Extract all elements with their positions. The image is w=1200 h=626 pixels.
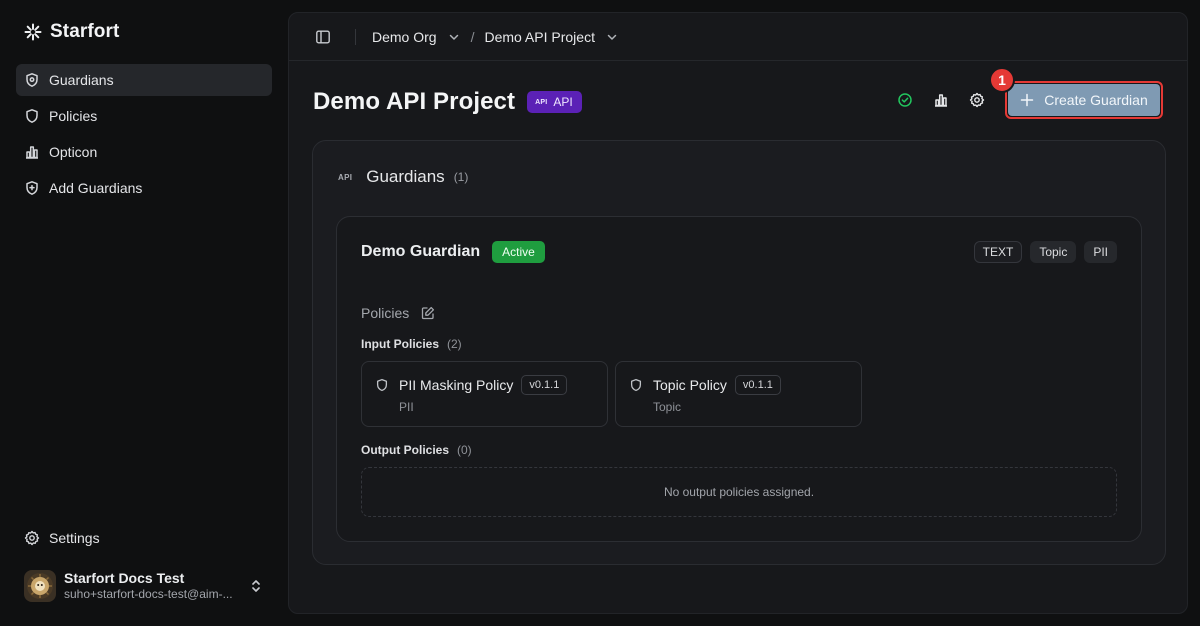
plus-icon [1020, 93, 1034, 107]
policy-name: PII Masking Policy [399, 377, 514, 393]
api-badge: API API [527, 91, 582, 113]
page-title: Demo API Project [313, 88, 516, 115]
settings-label: Settings [49, 530, 100, 546]
chevron-down-icon [447, 30, 461, 44]
gear-icon[interactable] [969, 92, 985, 108]
guardian-name: Demo Guardian [361, 243, 481, 260]
guardians-count: (1) [453, 170, 469, 184]
policy-type: Topic [653, 400, 682, 414]
sidebar-item-label: Guardians [49, 72, 114, 88]
sidebar-item-guardians[interactable]: Guardians [16, 64, 272, 96]
page-header: Demo API Project API API 1 Create Guardi… [313, 67, 1163, 119]
breadcrumb-project-label: Demo API Project [484, 28, 595, 45]
edit-icon[interactable] [421, 306, 435, 320]
output-policies-empty: No output policies assigned. [361, 467, 1117, 517]
policies-title: Policies [361, 305, 410, 321]
sidebar-settings: Settings [16, 522, 272, 558]
version-badge: v0.1.1 [734, 375, 781, 395]
tag-text: TEXT [973, 241, 1023, 263]
policy-type: PII [399, 400, 414, 414]
chevrons-up-down-icon[interactable] [248, 578, 264, 594]
output-policies-header: Output Policies (0) [361, 443, 472, 457]
input-policies-count: (2) [447, 337, 462, 351]
status-badge: Active [492, 241, 545, 263]
bar-chart-icon[interactable] [933, 92, 949, 108]
policy-card-topic[interactable]: Topic Policy v0.1.1 Topic [615, 361, 862, 427]
avatar [24, 570, 56, 602]
policy-card-header: PII Masking Policy v0.1.1 [375, 375, 568, 395]
sidebar: Starfort Guardians Policies Opticon Add … [0, 0, 288, 626]
step-callout-badge: 1 [989, 67, 1015, 93]
input-policies-header: Input Policies (2) [361, 337, 462, 351]
sidebar-nav: Guardians Policies Opticon Add Guardians [16, 64, 272, 208]
sidebar-item-opticon[interactable]: Opticon [16, 136, 272, 168]
header-actions: 1 Create Guardian [897, 67, 1163, 119]
create-guardian-highlight: 1 Create Guardian [989, 67, 1163, 119]
output-policies-count: (0) [457, 443, 472, 457]
input-policies-title: Input Policies [361, 337, 440, 351]
shield-icon [375, 378, 389, 392]
version-badge: v0.1.1 [521, 375, 568, 395]
api-mini-icon: API [535, 98, 548, 106]
tag-topic: Topic [1030, 241, 1077, 263]
user-menu[interactable]: Starfort Docs Test suho+starfort-docs-te… [24, 569, 272, 603]
sidebar-item-label: Policies [49, 108, 98, 124]
sidebar-item-label: Add Guardians [49, 180, 143, 196]
api-badge-label: API [553, 95, 573, 109]
top-bar: Demo Org / Demo API Project [289, 13, 1187, 61]
policy-card-header: Topic Policy v0.1.1 [629, 375, 781, 395]
shield-plus-icon [24, 180, 40, 196]
user-info: Starfort Docs Test suho+starfort-docs-te… [64, 570, 244, 602]
api-mini-icon: API [338, 172, 353, 182]
bar-chart-icon [24, 144, 40, 160]
guardian-card[interactable]: Demo Guardian Active TEXT Topic PII Poli… [336, 216, 1142, 542]
tag-pii: PII [1084, 241, 1117, 263]
starfort-logo-icon [24, 23, 42, 41]
user-email: suho+starfort-docs-test@aim-... [64, 587, 233, 601]
breadcrumb-org[interactable]: Demo Org [372, 29, 461, 45]
shield-icon [629, 378, 643, 392]
policy-name: Topic Policy [653, 377, 727, 393]
guardians-section: API Guardians (1) Demo Guardian Active T… [312, 140, 1166, 565]
main-panel: Demo Org / Demo API Project Demo API Pro… [288, 12, 1188, 614]
policy-card-pii[interactable]: PII Masking Policy v0.1.1 PII [361, 361, 608, 427]
create-guardian-label: Create Guardian [1044, 92, 1148, 108]
toolbar-divider [355, 28, 356, 45]
breadcrumb-project[interactable]: Demo API Project [484, 29, 619, 45]
guardian-tags: TEXT Topic PII [973, 241, 1117, 263]
brand-name: Starfort [50, 21, 120, 42]
check-circle-icon[interactable] [897, 92, 913, 108]
shield-icon [24, 108, 40, 124]
gear-icon [24, 530, 40, 546]
sidebar-item-add-guardians[interactable]: Add Guardians [16, 172, 272, 204]
brand[interactable]: Starfort [24, 20, 119, 44]
breadcrumb-separator: / [470, 28, 475, 45]
shield-icon [24, 72, 40, 88]
guardians-section-header: API Guardians (1) [338, 167, 468, 187]
guardian-header: Demo Guardian Active [361, 241, 545, 263]
sidebar-item-policies[interactable]: Policies [16, 100, 272, 132]
create-guardian-button[interactable]: Create Guardian [1008, 84, 1160, 116]
sidebar-item-label: Opticon [49, 144, 98, 160]
user-name: Starfort Docs Test [64, 570, 185, 586]
policies-header: Policies [361, 305, 435, 321]
chevron-down-icon [605, 30, 619, 44]
guardians-section-title: Guardians [366, 167, 445, 186]
breadcrumb-org-label: Demo Org [372, 28, 437, 45]
output-policies-title: Output Policies [361, 443, 450, 457]
sidebar-toggle-icon[interactable] [315, 29, 331, 45]
settings-link[interactable]: Settings [16, 522, 272, 554]
